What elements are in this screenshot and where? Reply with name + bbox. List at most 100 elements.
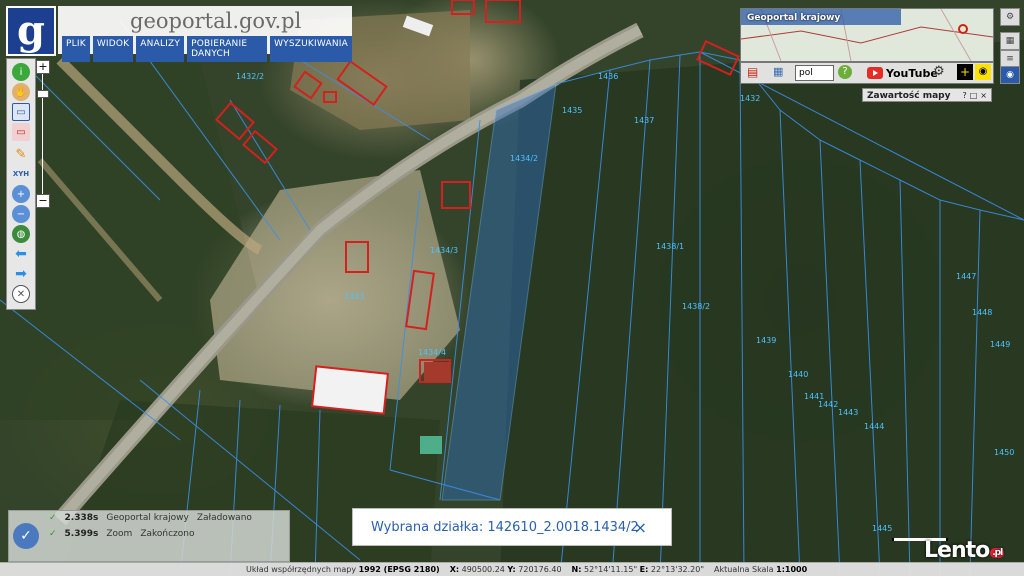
parcel-label: 1432 (740, 94, 761, 103)
overview-toolbar: ▤ ▦ pol ? YouTube ⚙ + ◉ (740, 62, 994, 84)
x-value: 490500.24 (461, 565, 505, 574)
zoom-handle[interactable] (37, 90, 49, 98)
tool-palette: i ✋ ▭ ▭ ✎ XYH + − ◍ ⬅ ➡ ✕ (6, 58, 36, 310)
parcel-label: 1449 (990, 340, 1011, 349)
geoportal-logo[interactable]: g (6, 6, 56, 56)
back-arrow-icon[interactable]: ⬅ (12, 245, 30, 263)
site-title: geoportal.gov.pl (130, 9, 302, 33)
map-content-title: Zawartość mapy (867, 91, 951, 101)
coord-system-label: Układ współrzędnych mapy (246, 565, 357, 574)
parcel-label: 1450 (994, 448, 1015, 457)
forward-arrow-icon[interactable]: ➡ (12, 265, 30, 283)
parcel-label: 1442 (818, 400, 839, 409)
log-check-icon[interactable]: ✓ (13, 523, 39, 549)
close-icon[interactable]: × (634, 518, 647, 537)
info-icon[interactable]: i (12, 63, 30, 81)
overview-map[interactable]: Geoportal krajowy (740, 8, 994, 62)
check-icon: ✓ (49, 513, 57, 523)
main-menu: PLIK WIDOK ANALIZY POBIERANIE DANYCH WYS… (62, 36, 352, 62)
pdf-icon[interactable]: ▤ (747, 65, 758, 79)
xyh-icon[interactable]: XYH (12, 165, 30, 183)
selected-parcel-label: Wybrana działka: 142610_2.0018.1434/2 (371, 519, 639, 535)
youtube-link[interactable]: YouTube (867, 65, 938, 81)
e-value: 22°13'32.20" (650, 565, 705, 574)
pencil-icon[interactable]: ✎ (12, 145, 30, 163)
parcel-label: 1445 (872, 524, 893, 533)
parcel-label: 1434/4 (418, 348, 447, 357)
panel-restore-button[interactable]: □ (970, 89, 978, 103)
map-content-panel[interactable]: Zawartość mapy ? □ × (862, 88, 992, 102)
pan-hand-icon[interactable]: ✋ (12, 83, 30, 101)
zoom-out-button[interactable]: − (36, 194, 50, 208)
parcel-label: 1437 (634, 116, 655, 125)
watermark-suffix: .pl (990, 548, 1005, 558)
share-icon[interactable]: ⚙ (1000, 8, 1020, 26)
youtube-icon (867, 67, 883, 79)
log-source: Geoportal krajowy (106, 513, 189, 523)
scale-value: 1:1000 (776, 565, 808, 574)
side-panel-toggle-icon[interactable]: ▦ (1000, 32, 1020, 50)
panel-close-button[interactable]: × (980, 89, 987, 103)
log-time: 2.338s (64, 513, 99, 523)
zoom-in-icon[interactable]: + (12, 185, 30, 203)
logo-letter: g (17, 7, 45, 54)
loading-log: ✓ ✓ 2.338s Geoportal krajowy Załadowano … (8, 510, 290, 562)
parcel-label: 1444 (864, 422, 885, 431)
n-value: 52°14'11.15" (583, 565, 638, 574)
header: geoportal.gov.pl PLIK WIDOK ANALIZY POBI… (58, 6, 352, 62)
zoom-out-icon[interactable]: − (12, 205, 30, 223)
parcel-label: 1438/2 (682, 302, 711, 311)
parcel-label: 1434/3 (430, 246, 459, 255)
log-row: ✓ 2.338s Geoportal krajowy Załadowano (49, 513, 252, 523)
parcel-label: 1448 (972, 308, 993, 317)
e-label: E: (639, 565, 649, 574)
selected-parcel-popup: Wybrana działka: 142610_2.0018.1434/2 × (352, 508, 672, 546)
select-box-icon[interactable]: ▭ (12, 103, 30, 121)
settings-icon[interactable]: ⚙ (933, 64, 945, 79)
menu-item-pobieranie-danych[interactable]: POBIERANIE DANYCH (187, 36, 268, 62)
globe-icon[interactable]: ◍ (12, 225, 30, 243)
watermark-text: Lento (924, 538, 990, 563)
parcel-label: 1432/2 (236, 72, 265, 81)
menu-item-widok[interactable]: WIDOK (92, 36, 134, 62)
log-status: Załadowano (196, 513, 252, 523)
menu-item-plik[interactable]: PLIK (62, 36, 90, 62)
menu-item-wyszukiwania[interactable]: WYSZUKIWANIA (270, 36, 352, 62)
parcel-label: 1440 (788, 370, 809, 379)
check-icon: ✓ (49, 529, 57, 539)
y-label: Y: (507, 565, 516, 574)
menu-item-analizy[interactable]: ANALIZY (136, 36, 185, 62)
parcel-label: 1443 (838, 408, 859, 417)
parcel-label: 1434/2 (510, 154, 539, 163)
select-remove-icon[interactable]: ▭ (12, 123, 30, 141)
zoom-in-button[interactable]: + (36, 60, 50, 74)
parcel-label: 1436 (598, 72, 619, 81)
x-label: X: (449, 565, 460, 574)
parcel-label: 1435 (562, 106, 583, 115)
zoom-slider[interactable]: + − (36, 60, 50, 208)
language-select[interactable]: pol (795, 65, 834, 81)
map-layer (0, 0, 1024, 576)
parcel-label: 1438/1 (656, 242, 685, 251)
side-panel-eye-icon[interactable]: ◉ (1000, 66, 1020, 84)
parcel-label: 1433 (344, 292, 365, 301)
contrast-plus-icon[interactable]: + (957, 64, 973, 80)
panel-help-button[interactable]: ? (962, 89, 966, 103)
y-value: 720176.40 (518, 565, 562, 574)
map-canvas[interactable]: 1436 1435 1437 1434/2 1434/3 1433 1434/4… (0, 0, 1024, 576)
parcel-label: 1447 (956, 272, 977, 281)
help-icon[interactable]: ? (838, 65, 852, 79)
accessibility-eye-icon[interactable]: ◉ (975, 64, 991, 80)
log-source: Zoom (106, 529, 133, 539)
status-bar: Układ współrzędnych mapy 1992 (EPSG 2180… (0, 562, 1024, 576)
youtube-label: YouTube (886, 66, 938, 80)
scale-label: Aktualna Skala (714, 565, 774, 574)
gis-icon[interactable]: ▦ (773, 65, 783, 78)
log-row: ✓ 5.399s Zoom Zakończono (49, 529, 195, 539)
log-time: 5.399s (64, 529, 99, 539)
watermark: Lento .pl (924, 538, 1005, 563)
parcel-label: 1439 (756, 336, 777, 345)
overview-title: Geoportal krajowy (747, 13, 841, 23)
log-status: Zakończono (140, 529, 195, 539)
compass-icon[interactable]: ✕ (12, 285, 30, 303)
